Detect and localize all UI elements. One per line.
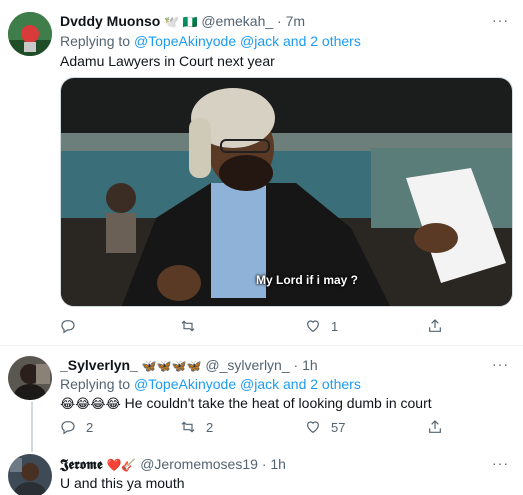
user-handle[interactable]: @_sylverlyn_ bbox=[205, 357, 289, 373]
replying-prefix: Replying to bbox=[60, 33, 131, 49]
mention-link[interactable]: @TopeAkinyode bbox=[134, 376, 236, 392]
more-options-icon[interactable]: ··· bbox=[492, 12, 509, 28]
heart-icon bbox=[307, 320, 319, 333]
separator-dot: · bbox=[261, 456, 267, 472]
timestamp[interactable]: 7m bbox=[286, 13, 305, 29]
timestamp[interactable]: 1h bbox=[270, 456, 286, 472]
retweet-icon bbox=[181, 421, 195, 433]
like-count: 1 bbox=[331, 318, 339, 334]
mention-link[interactable]: @TopeAkinyode bbox=[134, 33, 236, 49]
like-count: 57 bbox=[331, 419, 346, 435]
share-button[interactable] bbox=[427, 419, 443, 435]
separator-dot: · bbox=[293, 357, 299, 373]
display-name[interactable]: _Sylverlyn_ bbox=[60, 357, 138, 373]
thread-line bbox=[31, 402, 33, 442]
thread-line bbox=[31, 442, 33, 452]
avatar[interactable] bbox=[8, 356, 52, 400]
like-button[interactable]: 57 bbox=[305, 419, 345, 435]
name-emojis: 🕊️ 🇳🇬 bbox=[164, 15, 198, 29]
like-button[interactable]: 1 bbox=[305, 318, 338, 334]
avatar[interactable] bbox=[8, 12, 52, 56]
tweet-text: Adamu Lawyers in Court next year bbox=[60, 53, 275, 69]
tweet-dvddy[interactable]: Dvddy Muonso 🕊️ 🇳🇬 @emekah_ · 7m ··· Rep… bbox=[0, 0, 523, 345]
reply-icon bbox=[61, 421, 75, 435]
media-caption: My Lord if i may ? bbox=[256, 273, 359, 287]
tweet-text: U and this ya mouth bbox=[60, 475, 185, 491]
mention-others-link[interactable]: @jack and 2 others bbox=[240, 33, 361, 49]
reply-icon bbox=[61, 320, 75, 334]
laughing-emojis: 😂😂😂😂 bbox=[60, 396, 121, 411]
more-options-icon[interactable]: ··· bbox=[492, 455, 509, 471]
more-options-icon[interactable]: ··· bbox=[492, 356, 509, 372]
tweet-actions: 1 bbox=[60, 318, 490, 338]
timestamp[interactable]: 1h bbox=[302, 357, 318, 373]
user-handle[interactable]: @emekah_ bbox=[201, 13, 273, 29]
retweet-count: 2 bbox=[206, 419, 214, 435]
tweet-actions: 2 2 57 bbox=[60, 419, 490, 439]
display-name[interactable]: Dvddy Muonso bbox=[60, 13, 160, 29]
replying-to: Replying to @TopeAkinyode @jack and 2 ot… bbox=[60, 32, 361, 50]
reply-count: 2 bbox=[86, 419, 94, 435]
tweet-header: 𝕵𝖊𝖗𝖔𝖒𝖊 ❤️🎸 @Jeromemoses19 · 1h bbox=[60, 455, 286, 474]
tweet-header: _Sylverlyn_ 🦋🦋🦋🦋 @_sylverlyn_ · 1h bbox=[60, 356, 318, 375]
heart-icon bbox=[307, 421, 319, 434]
replying-prefix: Replying to bbox=[60, 376, 131, 392]
tweet-header: Dvddy Muonso 🕊️ 🇳🇬 @emekah_ · 7m bbox=[60, 12, 305, 31]
share-button[interactable] bbox=[427, 318, 443, 334]
retweet-button[interactable]: 2 bbox=[180, 419, 213, 435]
tweet-jerome[interactable]: 𝕵𝖊𝖗𝖔𝖒𝖊 ❤️🎸 @Jeromemoses19 · 1h ··· U and… bbox=[0, 442, 523, 495]
retweet-button[interactable] bbox=[180, 318, 206, 334]
retweet-icon bbox=[181, 320, 195, 332]
share-icon bbox=[429, 319, 441, 332]
replying-to: Replying to @TopeAkinyode @jack and 2 ot… bbox=[60, 375, 361, 393]
tweet-text-body: He couldn't take the heat of looking dum… bbox=[124, 395, 432, 411]
display-name[interactable]: 𝕵𝖊𝖗𝖔𝖒𝖊 bbox=[60, 457, 103, 473]
tweet-media-image[interactable]: My Lord if i may ? bbox=[60, 77, 513, 307]
tweet-sylverlyn[interactable]: _Sylverlyn_ 🦋🦋🦋🦋 @_sylverlyn_ · 1h ··· R… bbox=[0, 346, 523, 442]
name-emojis: ❤️🎸 bbox=[106, 458, 137, 472]
reply-button[interactable]: 2 bbox=[60, 419, 93, 435]
name-emojis: 🦋🦋🦋🦋 bbox=[141, 359, 202, 373]
tweet-text: 😂😂😂😂 He couldn't take the heat of lookin… bbox=[60, 394, 432, 413]
reply-button[interactable] bbox=[60, 318, 86, 334]
mention-others-link[interactable]: @jack and 2 others bbox=[240, 376, 361, 392]
avatar[interactable] bbox=[8, 454, 52, 495]
separator-dot: · bbox=[277, 13, 282, 29]
share-icon bbox=[429, 420, 441, 433]
user-handle[interactable]: @Jeromemoses19 bbox=[140, 456, 258, 472]
